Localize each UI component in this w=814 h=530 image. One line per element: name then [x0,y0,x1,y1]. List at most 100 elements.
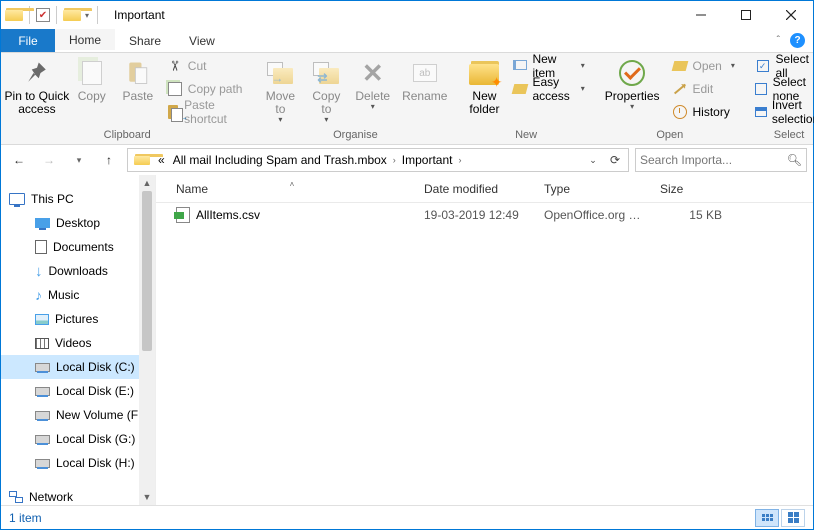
col-modified[interactable]: Date modified [416,182,536,196]
large-icons-view-button[interactable] [781,509,805,527]
drive-icon [35,387,50,396]
file-modified: 19-03-2019 12:49 [416,208,536,222]
details-view-button[interactable] [755,509,779,527]
properties-icon [616,57,648,89]
tree-desktop[interactable]: Desktop [1,211,155,235]
tree-drive-e[interactable]: Local Disk (E:) [1,379,155,403]
downloads-icon: ↓ [35,263,43,280]
back-button[interactable]: ← [7,148,31,172]
ribbon: Pin to Quick access Copy Paste ✂Cut Copy… [1,53,813,145]
tree-drive-g[interactable]: Local Disk (G:) [1,427,155,451]
drive-icon [35,363,50,372]
search-box[interactable]: Search Importa... 🔍︎ [635,148,807,172]
easy-access-button[interactable]: Easy access▾ [509,78,588,100]
help-icon[interactable]: ? [790,33,805,48]
collapse-ribbon-icon[interactable]: ˆ [777,35,780,46]
paste-shortcut-icon [167,104,179,120]
item-count: 1 item [9,511,42,525]
address-bar[interactable]: « All mail Including Spam and Trash.mbox… [127,148,629,172]
recent-locations-button[interactable]: ▾ [67,148,91,172]
open-icon [672,58,688,74]
new-folder-icon: ✦ [468,57,500,89]
breadcrumb-seg2[interactable]: Important [398,153,457,167]
delete-button[interactable]: ✕ Delete▾ [351,55,394,113]
edit-button[interactable]: Edit [668,78,739,100]
properties-button[interactable]: Properties▾ [601,55,664,113]
new-item-button[interactable]: New item▾ [509,55,588,77]
tree-drive-c[interactable]: Local Disk (C:) [1,355,155,379]
file-name: AllItems.csv [196,208,260,222]
tree-drive-f[interactable]: New Volume (F:) [1,403,155,427]
open-button[interactable]: Open▾ [668,55,739,77]
qat-separator [97,6,98,24]
tree-pictures[interactable]: Pictures [1,307,155,331]
move-to-button[interactable]: → Move to▾ [259,55,301,126]
copy-path-icon [167,81,183,97]
tree-drive-h[interactable]: Local Disk (H:) [1,451,155,475]
copy-button[interactable]: Copy [71,55,113,105]
copy-path-button[interactable]: Copy path [163,78,248,100]
file-list: Name˄ Date modified Type Size AllItems.c… [156,175,813,505]
navigation-row: ← → ▾ ↑ « All mail Including Spam and Tr… [1,145,813,175]
tree-videos[interactable]: Videos [1,331,155,355]
up-button[interactable]: ↑ [97,148,121,172]
select-group: ✓Select all Select none Invert selection… [745,53,814,144]
file-row[interactable]: AllItems.csv 19-03-2019 12:49 OpenOffice… [156,203,813,227]
address-dropdown-button[interactable]: ⌄ [582,155,604,166]
close-button[interactable] [768,1,813,29]
copy-to-button[interactable]: ⇄ Copy to▾ [305,55,347,126]
scroll-down-icon[interactable]: ▼ [139,489,155,505]
new-folder-button[interactable]: ✦ New folder [463,55,505,118]
refresh-button[interactable]: ⟳ [604,153,626,167]
select-none-button[interactable]: Select none [751,78,814,100]
paste-shortcut-button[interactable]: Paste shortcut [163,101,248,123]
tree-documents[interactable]: Documents [1,235,155,259]
new-folder-qat-icon[interactable] [63,7,81,23]
qat-dropdown-icon[interactable]: ▾ [83,11,91,20]
drive-icon [35,411,50,420]
pc-icon [9,193,25,205]
sidebar-scrollbar[interactable]: ▲ ▼ [139,175,155,505]
col-type[interactable]: Type [536,182,652,196]
col-name[interactable]: Name˄ [168,182,416,196]
status-bar: 1 item [1,505,813,529]
music-icon: ♪ [35,287,42,303]
breadcrumb-seg1[interactable]: All mail Including Spam and Trash.mbox [169,153,391,167]
tree-music[interactable]: ♪Music [1,283,155,307]
home-tab[interactable]: Home [55,29,115,52]
select-all-button[interactable]: ✓Select all [751,55,814,77]
delete-icon: ✕ [357,57,389,89]
open-label: Open [601,128,739,144]
invert-selection-button[interactable]: Invert selection [751,101,814,123]
minimize-button[interactable] [678,1,723,29]
file-tab[interactable]: File [1,29,55,52]
col-size[interactable]: Size [652,182,752,196]
csv-file-icon [176,207,190,223]
paste-button[interactable]: Paste [117,55,159,105]
scroll-up-icon[interactable]: ▲ [139,175,155,191]
copy-to-icon: ⇄ [310,57,342,89]
tree-downloads[interactable]: ↓Downloads [1,259,155,283]
search-placeholder: Search Importa... [640,153,732,167]
qat-separator [56,6,57,24]
select-all-icon: ✓ [755,58,771,74]
pin-to-quick-access-button[interactable]: Pin to Quick access [7,55,67,118]
invert-selection-icon [755,104,767,120]
search-icon[interactable]: 🔍︎ [787,153,802,167]
tree-network[interactable]: ›Network [1,485,155,505]
properties-qat-icon[interactable]: ✔ [36,8,50,22]
drive-icon [35,435,50,444]
tree-this-pc[interactable]: ⌄This PC [1,187,155,211]
share-tab[interactable]: Share [115,29,175,52]
chevron-right-icon[interactable]: › [391,155,398,165]
maximize-button[interactable] [723,1,768,29]
view-tab[interactable]: View [175,29,229,52]
cut-button[interactable]: ✂Cut [163,55,248,77]
chevron-right-icon[interactable]: › [457,155,464,165]
rename-button[interactable]: ab Rename [398,55,451,105]
scroll-thumb[interactable] [142,191,152,351]
forward-button[interactable]: → [37,148,61,172]
file-size: 15 KB [652,208,752,222]
scissors-icon: ✂ [167,58,183,74]
history-button[interactable]: History [668,101,739,123]
